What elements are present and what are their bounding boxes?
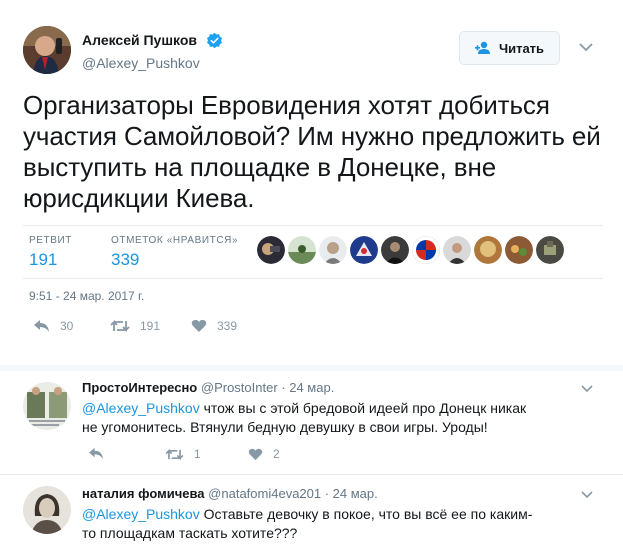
retweets-count[interactable]: 191 [29, 250, 72, 270]
divider [23, 278, 603, 279]
reply-button[interactable] [88, 447, 114, 460]
liker-avatar[interactable] [443, 236, 471, 264]
reply-icon [34, 320, 49, 332]
like-button[interactable]: 339 [191, 319, 237, 333]
chevron-down-icon[interactable] [579, 42, 593, 52]
reply-header: наталия фомичева @natafomi4eva201 · 24 м… [82, 486, 378, 501]
reply-author-handle[interactable]: @natafomi4eva201 [208, 486, 321, 501]
author-handle[interactable]: @Alexey_Pushkov [82, 55, 200, 71]
liker-avatar[interactable] [350, 236, 378, 264]
reply-header: ПростоИнтересно @ProstoInter · 24 мар. [82, 380, 334, 395]
retweet-icon [110, 319, 130, 333]
reply-avatar[interactable] [23, 382, 71, 430]
retweet-button[interactable]: 191 [110, 319, 160, 333]
verified-badge-icon [206, 32, 223, 49]
retweet-count: 191 [140, 319, 161, 333]
likes-label: ОТМЕТОК «НРАВИТСЯ» [111, 235, 239, 246]
like-count: 2 [273, 447, 280, 461]
reply-button[interactable]: 30 [33, 319, 73, 333]
reply-tweet[interactable]: наталия фомичева @natafomi4eva201 · 24 м… [0, 475, 623, 549]
reply-author-name[interactable]: ПростоИнтересно [82, 380, 197, 395]
liker-avatar[interactable] [319, 236, 347, 264]
mention-link[interactable]: @Alexey_Pushkov [82, 506, 200, 522]
like-count: 339 [217, 319, 238, 333]
retweet-count: 1 [194, 447, 201, 461]
liker-avatar[interactable] [474, 236, 502, 264]
liker-avatar[interactable] [381, 236, 409, 264]
reply-tweet[interactable]: ПростоИнтересно @ProstoInter · 24 мар. @… [0, 371, 623, 474]
likes-count[interactable]: 339 [111, 250, 238, 270]
reply-author-name[interactable]: наталия фомичева [82, 486, 205, 501]
reply-date[interactable]: · 24 мар. [281, 380, 334, 395]
retweet-button[interactable]: 1 [165, 447, 201, 461]
liker-avatar[interactable] [288, 236, 316, 264]
chevron-down-icon[interactable] [581, 491, 593, 499]
reply-icon [89, 447, 103, 460]
liker-avatar[interactable] [505, 236, 533, 264]
reply-text: @Alexey_Pushkov чтож вы с этой бредовой … [82, 399, 542, 437]
follow-button[interactable]: Читать [459, 31, 560, 65]
add-user-icon [474, 41, 490, 54]
liker-avatar[interactable] [536, 236, 564, 264]
retweets-stat[interactable]: РЕТВИТ 191 [29, 235, 72, 270]
reply-avatar[interactable] [23, 486, 71, 534]
reply-count: 30 [60, 319, 74, 333]
reply-date[interactable]: · 24 мар. [325, 486, 378, 501]
author-avatar[interactable] [23, 26, 71, 74]
author-name[interactable]: Алексей Пушков [82, 32, 197, 48]
liker-avatar[interactable] [257, 236, 285, 264]
reply-text: @Alexey_Pushkov Оставьте девочку в покое… [82, 505, 542, 543]
tweet-timestamp[interactable]: 9:51 - 24 мар. 2017 г. [29, 289, 144, 303]
mention-link[interactable]: @Alexey_Pushkov [82, 400, 200, 416]
tweet-text: Организаторы Евровидения хотят добиться … [23, 90, 601, 213]
likers-avatars [257, 236, 564, 264]
liker-avatar[interactable] [412, 236, 440, 264]
retweet-icon [165, 448, 184, 460]
likes-stat[interactable]: ОТМЕТОК «НРАВИТСЯ» 339 [111, 235, 238, 270]
divider [23, 225, 603, 226]
main-tweet: Алексей Пушков @Alexey_Pushkov Читать Ор… [0, 0, 623, 365]
heart-icon [191, 319, 207, 332]
chevron-down-icon[interactable] [581, 385, 593, 393]
follow-label: Читать [498, 40, 545, 56]
reply-author-handle[interactable]: @ProstoInter [201, 380, 278, 395]
retweets-label: РЕТВИТ [29, 235, 73, 246]
heart-icon [248, 448, 263, 460]
like-button[interactable]: 2 [248, 447, 280, 461]
